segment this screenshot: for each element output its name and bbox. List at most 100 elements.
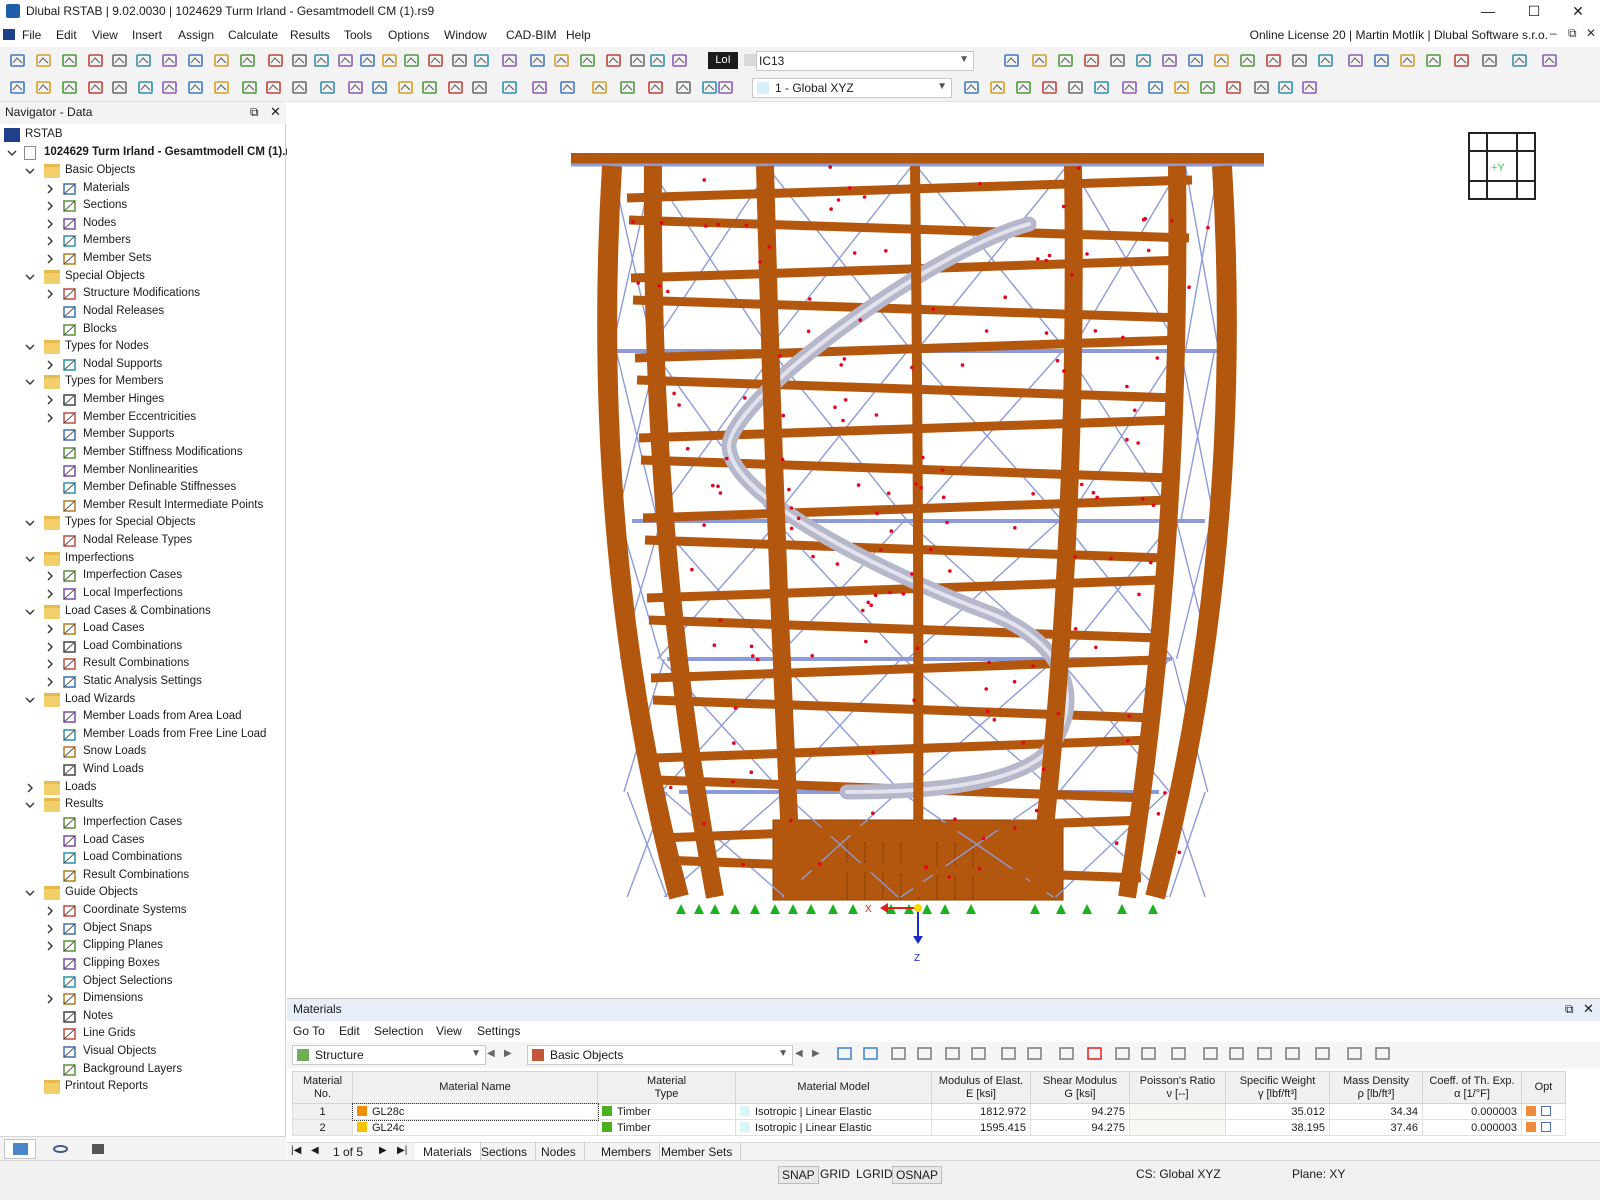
toolbar-tool-icon[interactable]: [396, 79, 416, 97]
column-header[interactable]: Mass Density ρ [lb/ft³]: [1329, 1071, 1423, 1104]
chevron-right-icon[interactable]: [44, 905, 56, 917]
prev-icon[interactable]: ◀: [487, 1048, 495, 1059]
next-page-icon[interactable]: ▶: [379, 1145, 387, 1156]
lgrid-toggle[interactable]: LGRID: [856, 1167, 893, 1181]
chevron-down-icon[interactable]: [6, 147, 18, 159]
material-type-cell[interactable]: Timber: [597, 1103, 736, 1120]
poisson-ratio-cell[interactable]: [1129, 1103, 1226, 1120]
toolbar-tool-icon[interactable]: [60, 52, 80, 70]
menu-edit[interactable]: Edit: [339, 1024, 360, 1038]
toolbar-tool-icon[interactable]: [472, 52, 492, 70]
toolbar-tool-icon[interactable]: [1066, 79, 1086, 97]
chevron-right-icon[interactable]: [44, 235, 56, 247]
menu-view[interactable]: View: [436, 1024, 462, 1038]
toolbar-tool-icon[interactable]: [670, 52, 690, 70]
toolbar-tool-icon[interactable]: [1276, 79, 1296, 97]
dock-icon[interactable]: ⧉: [250, 105, 259, 120]
chevron-right-icon[interactable]: [44, 218, 56, 230]
chevron-right-icon[interactable]: [24, 782, 36, 794]
table-tool-icon[interactable]: [915, 1045, 935, 1063]
toolbar-tool-icon[interactable]: [402, 52, 422, 70]
thermal-coeff-cell[interactable]: 0.000003: [1422, 1119, 1522, 1136]
toolbar-tool-icon[interactable]: [674, 79, 694, 97]
toolbar-tool-icon[interactable]: [380, 52, 400, 70]
menu-settings[interactable]: Settings: [477, 1024, 520, 1038]
next-icon[interactable]: ▶: [812, 1048, 820, 1059]
menu-results[interactable]: Results: [290, 28, 330, 42]
chevron-down-icon[interactable]: [24, 517, 36, 529]
toolbar-tool-icon[interactable]: [1300, 79, 1320, 97]
table-tool-icon[interactable]: [943, 1045, 963, 1063]
osnap-toggle[interactable]: OSNAP: [892, 1166, 943, 1184]
menu-calculate[interactable]: Calculate: [228, 28, 278, 42]
toolbar-tool-icon[interactable]: [318, 79, 338, 97]
menu-options[interactable]: Options: [388, 28, 429, 42]
toolbar-tool-icon[interactable]: [1030, 52, 1050, 70]
column-header[interactable]: Coeff. of Th. Exp. α [1/°F]: [1422, 1071, 1522, 1104]
toolbar-tool-icon[interactable]: [552, 52, 572, 70]
first-page-icon[interactable]: |◀: [291, 1145, 301, 1156]
toolbar-tool-icon[interactable]: [962, 79, 982, 97]
snap-toggle[interactable]: SNAP: [778, 1166, 819, 1184]
menu-help[interactable]: Help: [566, 28, 591, 42]
toolbar-tool-icon[interactable]: [264, 79, 284, 97]
mdi-minimize-icon[interactable]: –: [1550, 26, 1557, 40]
table-tool-icon[interactable]: [1113, 1045, 1133, 1063]
column-header[interactable]: Specific Weight γ [lbf/ft³]: [1225, 1071, 1330, 1104]
toolbar-tool-icon[interactable]: [1316, 52, 1336, 70]
material-type-cell[interactable]: Timber: [597, 1119, 736, 1136]
chevron-right-icon[interactable]: [44, 394, 56, 406]
toolbar-tool-icon[interactable]: [1172, 79, 1192, 97]
toolbar-tool-icon[interactable]: [716, 79, 736, 97]
toolbar-tool-icon[interactable]: [590, 79, 610, 97]
column-header[interactable]: Opt: [1521, 1071, 1566, 1104]
chevron-down-icon[interactable]: [24, 887, 36, 899]
object-filter-combo[interactable]: Basic Objects ▼: [527, 1045, 793, 1065]
nav-tab-data[interactable]: [4, 1139, 36, 1159]
menu-assign[interactable]: Assign: [178, 28, 214, 42]
menu-selection[interactable]: Selection: [374, 1024, 423, 1038]
minimize-button[interactable]: —: [1466, 0, 1510, 22]
toolbar-tool-icon[interactable]: [266, 52, 286, 70]
column-header[interactable]: Poisson's Ratio ν [--]: [1129, 1071, 1226, 1104]
nav-tab-views[interactable]: [84, 1139, 116, 1159]
toolbar-tool-icon[interactable]: [312, 52, 332, 70]
chevron-right-icon[interactable]: [44, 588, 56, 600]
toolbar-tool-icon[interactable]: [1480, 52, 1500, 70]
table-tool-icon[interactable]: [861, 1045, 881, 1063]
chevron-down-icon[interactable]: [24, 799, 36, 811]
table-row[interactable]: 2 GL24c Timber Isotropic | Linear Elastic 15…: [292, 1119, 1566, 1136]
table-tool-icon[interactable]: [1283, 1045, 1303, 1063]
toolbar-tool-icon[interactable]: [86, 52, 106, 70]
shear-modulus-cell[interactable]: 94.275: [1030, 1119, 1130, 1136]
table-tool-icon[interactable]: [1057, 1045, 1077, 1063]
chevron-down-icon[interactable]: [24, 606, 36, 618]
toolbar-tool-icon[interactable]: [1372, 52, 1392, 70]
table-tool-icon[interactable]: [889, 1045, 909, 1063]
table-tool-icon[interactable]: [1201, 1045, 1221, 1063]
chevron-right-icon[interactable]: [44, 993, 56, 1005]
toolbar-tool-icon[interactable]: [1540, 52, 1560, 70]
options-cell[interactable]: [1521, 1103, 1566, 1120]
toolbar-tool-icon[interactable]: [1002, 52, 1022, 70]
material-name-cell[interactable]: GL28c: [351, 1102, 599, 1121]
toolbar-tool-icon[interactable]: [604, 52, 624, 70]
chevron-down-icon[interactable]: [24, 341, 36, 353]
specific-weight-cell[interactable]: 35.012: [1225, 1103, 1330, 1120]
toolbar-tool-icon[interactable]: [160, 79, 180, 97]
table-tool-icon[interactable]: [1227, 1045, 1247, 1063]
maximize-button[interactable]: ☐: [1512, 0, 1556, 22]
table-tool-icon[interactable]: [1345, 1045, 1365, 1063]
column-header[interactable]: Shear Modulus G [ksi]: [1030, 1071, 1130, 1104]
close-button[interactable]: ✕: [1556, 0, 1600, 22]
last-page-icon[interactable]: ▶|: [397, 1145, 407, 1156]
table-tool-icon[interactable]: [999, 1045, 1019, 1063]
edit-icon[interactable]: [1541, 1121, 1551, 1132]
toolbar-tool-icon[interactable]: [1198, 79, 1218, 97]
toolbar-tool-icon[interactable]: [500, 79, 520, 97]
toolbar-tool-icon[interactable]: [528, 52, 548, 70]
toolbar-tool-icon[interactable]: [1082, 52, 1102, 70]
toolbar-tool-icon[interactable]: [240, 79, 260, 97]
table-row[interactable]: 1 GL28c Timber Isotropic | Linear Elastic 18…: [292, 1102, 1566, 1121]
chevron-right-icon[interactable]: [44, 940, 56, 952]
